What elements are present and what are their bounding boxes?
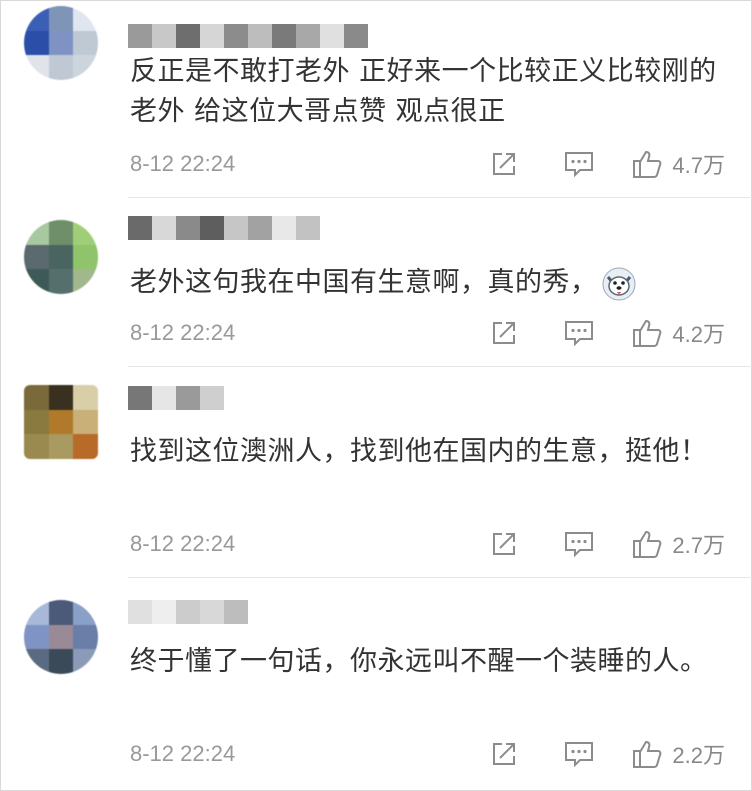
avatar[interactable] <box>24 600 98 674</box>
username[interactable] <box>128 216 320 240</box>
username-mosaic-block <box>200 24 224 48</box>
username-mosaic-block <box>296 216 320 240</box>
username-mosaic-block <box>296 24 320 48</box>
comment-icon[interactable] <box>564 150 594 178</box>
comment-text: 老外这句我在中国有生意啊，真的秀， <box>130 263 720 303</box>
comment-time: 8-12 22:24 <box>130 320 236 345</box>
username[interactable] <box>128 386 224 410</box>
comment-text: 终于懂了一句话，你永远叫不醒一个装睡的人。 <box>130 646 708 677</box>
comment-meta: 8-12 22:24 2.7万 <box>130 528 725 560</box>
username-mosaic-block <box>128 24 152 48</box>
username-mosaic-block <box>224 216 248 240</box>
username-mosaic-block <box>176 386 200 410</box>
username-mosaic-block <box>248 216 272 240</box>
username-mosaic-block <box>128 600 152 624</box>
thumbs-up-icon <box>633 740 662 768</box>
avatar-pixel <box>48 600 74 625</box>
avatar-pixel <box>73 30 98 56</box>
username-mosaic-block <box>176 216 200 240</box>
username-mosaic-block <box>320 24 344 48</box>
like-button[interactable]: 2.2万 <box>632 738 725 770</box>
username-mosaic-block <box>224 24 248 48</box>
like-count: 2.2万 <box>672 743 725 768</box>
like-count: 2.7万 <box>672 533 725 558</box>
avatar-pixel <box>24 409 49 435</box>
avatar-pixel <box>48 30 74 56</box>
username-mosaic-block <box>152 386 176 410</box>
like-button[interactable]: 2.7万 <box>632 528 725 560</box>
comment-icon[interactable] <box>564 740 594 768</box>
username-mosaic-block <box>224 600 248 624</box>
username-mosaic-block <box>152 600 176 624</box>
avatar-pixel <box>48 269 74 294</box>
username[interactable] <box>128 24 368 48</box>
like-count: 4.7万 <box>672 153 725 178</box>
share-icon[interactable] <box>490 740 518 768</box>
avatar-pixel <box>73 409 98 435</box>
avatar-pixel <box>48 434 74 459</box>
comment-time: 8-12 22:24 <box>130 151 236 176</box>
avatar-pixel <box>48 55 74 80</box>
comment-meta: 8-12 22:24 4.7万 <box>130 148 725 180</box>
comment-time: 8-12 22:24 <box>130 531 236 556</box>
avatar-pixel <box>48 385 74 410</box>
avatar[interactable] <box>24 385 98 459</box>
username-mosaic-block <box>152 24 176 48</box>
avatar[interactable] <box>24 6 98 80</box>
divider <box>128 197 752 198</box>
avatar-pixel <box>73 385 98 410</box>
avatar-pixel <box>48 6 74 31</box>
comment-text-content: 老外这句我在中国有生意啊，真的秀， <box>130 267 598 298</box>
divider <box>128 577 752 578</box>
like-count: 4.2万 <box>672 322 725 347</box>
username-mosaic-block <box>176 24 200 48</box>
username[interactable] <box>128 600 248 624</box>
username-mosaic-block <box>176 600 200 624</box>
avatar-pixel <box>24 434 49 459</box>
comment-meta: 8-12 22:24 2.2万 <box>130 738 725 770</box>
avatar[interactable] <box>24 220 98 294</box>
divider <box>128 366 752 367</box>
username-mosaic-block <box>200 600 224 624</box>
share-icon[interactable] <box>490 319 518 347</box>
husky-emoji-icon <box>602 267 636 301</box>
username-mosaic-block <box>272 24 296 48</box>
avatar-pixel <box>73 624 98 650</box>
comment-meta: 8-12 22:24 4.2万 <box>130 317 725 349</box>
like-button[interactable]: 4.2万 <box>632 317 725 349</box>
comment-icon[interactable] <box>564 319 594 347</box>
username-mosaic-block <box>344 24 368 48</box>
username-mosaic-block <box>272 216 296 240</box>
username-mosaic-block <box>152 216 176 240</box>
avatar-pixel <box>73 434 98 459</box>
avatar-pixel <box>48 649 74 674</box>
avatar-pixel <box>48 624 74 650</box>
thumbs-up-icon <box>633 319 662 347</box>
thumbs-up-icon <box>633 530 662 558</box>
avatar-pixel <box>24 385 49 410</box>
username-mosaic-block <box>248 24 272 48</box>
username-mosaic-block <box>200 216 224 240</box>
avatar-pixel <box>48 409 74 435</box>
like-button[interactable]: 4.7万 <box>632 148 725 180</box>
thumbs-up-icon <box>633 150 662 178</box>
comment-time: 8-12 22:24 <box>130 741 236 766</box>
avatar-pixel <box>48 220 74 245</box>
username-mosaic-block <box>128 216 152 240</box>
avatar-pixel <box>24 30 49 56</box>
comment-icon[interactable] <box>564 530 594 558</box>
avatar-pixel <box>24 624 49 650</box>
comment-text: 找到这位澳洲人，找到他在国内的生意，挺他！ <box>130 436 708 467</box>
share-icon[interactable] <box>490 150 518 178</box>
avatar-pixel <box>73 244 98 270</box>
comment-text: 反正是不敢打老外 正好来一个比较正义比较刚的老外 给这位大哥点赞 观点很正 <box>130 56 717 127</box>
username-mosaic-block <box>128 386 152 410</box>
avatar-pixel <box>24 244 49 270</box>
share-icon[interactable] <box>490 530 518 558</box>
username-mosaic-block <box>200 386 224 410</box>
avatar-pixel <box>48 244 74 270</box>
